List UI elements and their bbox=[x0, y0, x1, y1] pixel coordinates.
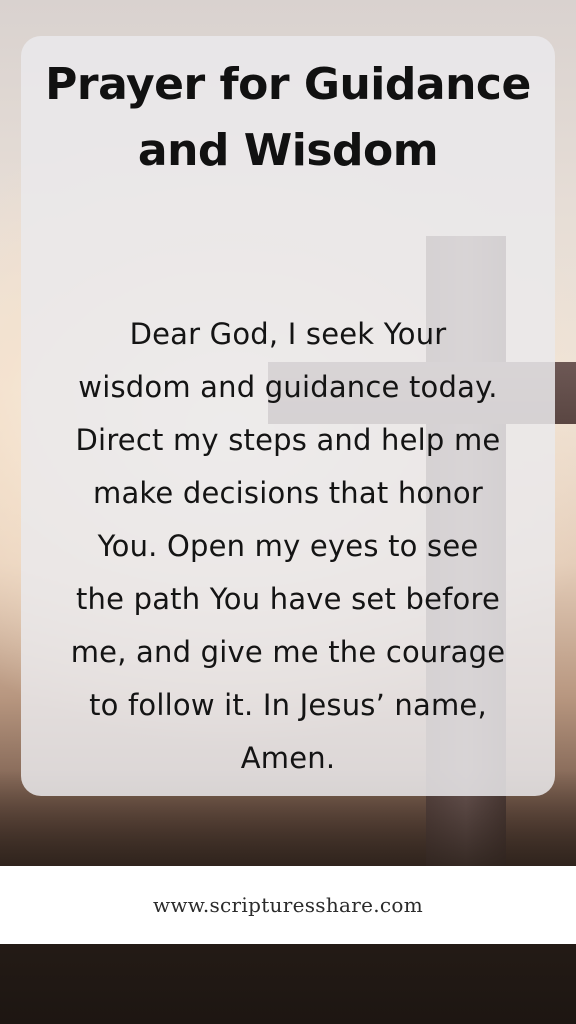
prayer-line: Direct my steps and help me bbox=[75, 423, 501, 457]
prayer-line: You. Open my eyes to see bbox=[97, 529, 479, 563]
prayer-line: wisdom and guidance today. bbox=[78, 370, 498, 404]
page-title: Prayer for Guidance and Wisdom bbox=[21, 52, 555, 184]
title-line-1: Prayer for Guidance bbox=[45, 59, 531, 110]
prayer-line: me, and give me the courage bbox=[70, 635, 506, 669]
title-line-2: and Wisdom bbox=[137, 125, 439, 176]
prayer-line: make decisions that honor bbox=[93, 476, 483, 510]
prayer-line: Amen. bbox=[240, 741, 336, 775]
prayer-line: to follow it. In Jesus’ name, bbox=[89, 688, 487, 722]
website-link[interactable]: www.scripturesshare.com bbox=[153, 893, 423, 917]
footer-bar: www.scripturesshare.com bbox=[0, 866, 576, 944]
prayer-line: the path You have set before bbox=[75, 582, 500, 616]
prayer-line: Dear God, I seek Your bbox=[129, 317, 447, 351]
prayer-text: Dear God, I seek Your wisdom and guidanc… bbox=[30, 308, 546, 785]
